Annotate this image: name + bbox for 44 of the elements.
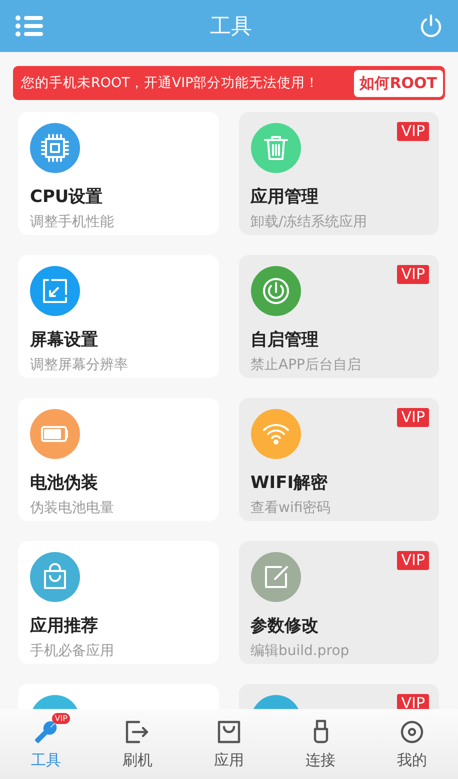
nav-tab[interactable]: 刷机	[92, 709, 184, 779]
tool-title: 自启管理	[250, 329, 320, 351]
tool-card[interactable]: VIP WIFI解密 查看wifi密码	[238, 398, 439, 521]
tool-title: CPU设置	[30, 186, 104, 208]
vip-badge: VIP	[397, 408, 429, 427]
how-root-button[interactable]: 如何ROOT	[354, 70, 443, 96]
nav-tab[interactable]: 应用	[183, 709, 275, 779]
vip-badge: VIP	[397, 122, 429, 141]
vip-badge: VIP	[397, 694, 429, 709]
tool-description: 查看wifi密码	[250, 499, 332, 517]
tool-card[interactable]: VIP 应用管理 卸载/冻结系统应用	[238, 112, 439, 235]
tool-title: 应用管理	[250, 186, 320, 208]
tool-title: 应用推荐	[30, 615, 99, 637]
tool-card[interactable]: CPU设置 调整手机性能	[18, 112, 218, 235]
power-icon[interactable]	[419, 14, 443, 38]
tool-card[interactable]: 应用推荐 手机必备应用	[18, 541, 218, 664]
tool-description: 卸载/冻结系统应用	[250, 213, 368, 231]
tool-card[interactable]: 屏幕设置 调整屏幕分辨率	[18, 255, 218, 378]
tool-title: 屏幕设置	[30, 329, 99, 351]
tool-description: 编辑build.prop	[250, 642, 350, 660]
tool-card[interactable]: VIP 参数修改 编辑build.prop	[238, 541, 439, 664]
nav-tab[interactable]: VIP 工具	[0, 709, 92, 779]
tool-title: 参数修改	[250, 615, 320, 637]
exit-icon	[124, 718, 150, 744]
warning-text: 您的手机未ROOT，开通VIP部分功能无法使用！	[21, 74, 320, 92]
tool-title: WIFI解密	[250, 472, 329, 494]
tool-description: 伪装电池电量	[30, 499, 115, 517]
vip-badge: VIP	[52, 712, 70, 724]
menu-icon[interactable]	[15, 15, 43, 37]
tool-description: 调整手机性能	[30, 213, 115, 231]
tool-description: 手机必备应用	[30, 642, 115, 660]
tool-card[interactable]: VIP	[238, 684, 439, 709]
tool-title: 电池伪装	[30, 472, 99, 494]
bag-icon	[216, 718, 242, 744]
vip-badge: VIP	[397, 551, 429, 570]
disc-icon	[399, 718, 426, 744]
nav-tab[interactable]: 连接	[274, 709, 366, 779]
page-title: 工具	[210, 13, 252, 40]
vip-badge: VIP	[397, 265, 429, 284]
tool-description: 禁止APP后台自启	[250, 356, 362, 374]
tool-description: 调整屏幕分辨率	[30, 356, 129, 374]
nav-tab[interactable]: 我的	[366, 709, 458, 779]
tool-card[interactable]: 电池伪装 伪装电池电量	[18, 398, 218, 521]
tool-card[interactable]: VIP 自启管理 禁止APP后台自启	[238, 255, 439, 378]
